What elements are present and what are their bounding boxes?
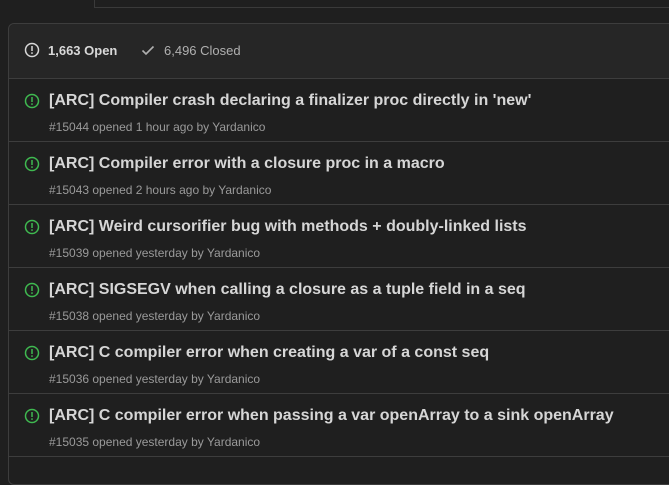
issue-title-link[interactable]: [ARC] SIGSEGV when calling a closure as … bbox=[49, 281, 526, 299]
closed-issues-tab[interactable]: 6,496 Closed bbox=[140, 42, 241, 58]
issue-title-link[interactable]: [ARC] Compiler error with a closure proc… bbox=[49, 155, 445, 173]
issue-opened-icon bbox=[24, 345, 40, 361]
open-issues-tab[interactable]: 1,663 Open bbox=[24, 42, 117, 58]
issue-meta: #15036 opened yesterday by Yardanico bbox=[49, 372, 261, 386]
issue-title-link[interactable]: [ARC] C compiler error when passing a va… bbox=[49, 407, 614, 425]
issue-row[interactable]: [ARC] Weird cursorifier bug with methods… bbox=[9, 205, 669, 268]
check-icon bbox=[141, 45, 155, 56]
issue-title-link[interactable]: [ARC] Compiler crash declaring a finaliz… bbox=[49, 92, 531, 110]
tab-underline bbox=[95, 7, 669, 8]
open-count-label: 1,663 Open bbox=[48, 42, 118, 58]
issue-opened-icon bbox=[24, 156, 40, 172]
issue-meta: #15035 opened yesterday by Yardanico bbox=[49, 435, 261, 449]
issue-opened-icon bbox=[24, 93, 40, 109]
issue-title-link[interactable]: [ARC] Weird cursorifier bug with methods… bbox=[49, 218, 527, 236]
issue-meta: #15044 opened 1 hour ago by Yardanico bbox=[49, 120, 266, 134]
issue-opened-icon bbox=[24, 408, 40, 424]
issue-opened-icon bbox=[24, 219, 40, 235]
issue-meta: #15038 opened yesterday by Yardanico bbox=[49, 309, 261, 323]
issue-opened-icon bbox=[24, 42, 40, 58]
issue-opened-icon bbox=[24, 282, 40, 298]
issues-list-header: 1,663 Open 6,496 Closed bbox=[9, 24, 669, 79]
issue-meta: #15039 opened yesterday by Yardanico bbox=[49, 246, 261, 260]
closed-count-label: 6,496 Closed bbox=[164, 42, 241, 58]
top-tab-strip bbox=[0, 0, 669, 8]
issue-row[interactable]: [ARC] SIGSEGV when calling a closure as … bbox=[9, 268, 669, 331]
issue-row[interactable]: [ARC] C compiler error when passing a va… bbox=[9, 394, 669, 457]
issue-meta: #15043 opened 2 hours ago by Yardanico bbox=[49, 183, 272, 197]
issue-title-link[interactable]: [ARC] C compiler error when creating a v… bbox=[49, 344, 489, 362]
issues-list-box: 1,663 Open 6,496 Closed [ARC] Compiler c… bbox=[8, 23, 669, 485]
issue-row[interactable]: [ARC] Compiler crash declaring a finaliz… bbox=[9, 79, 669, 142]
issue-row[interactable]: [ARC] C compiler error when creating a v… bbox=[9, 331, 669, 394]
issue-row[interactable]: [ARC] Compiler error with a closure proc… bbox=[9, 142, 669, 205]
